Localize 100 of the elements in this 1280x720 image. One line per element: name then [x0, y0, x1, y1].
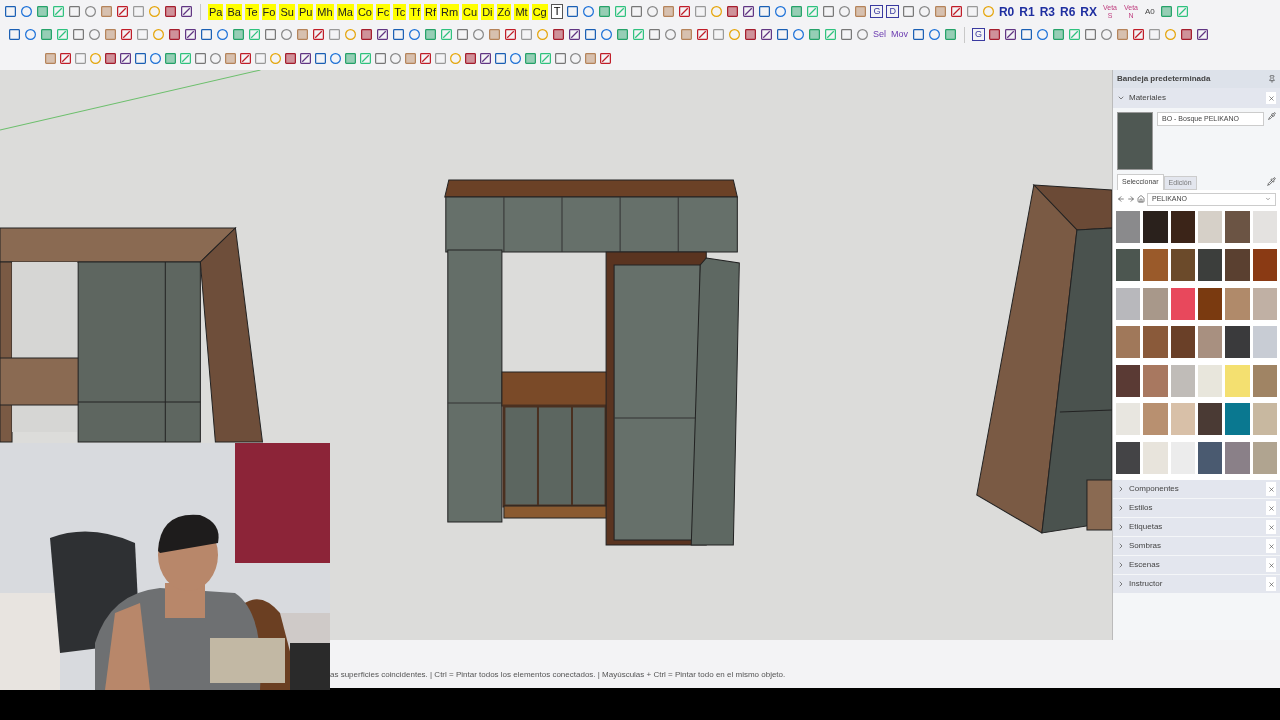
home-icon[interactable]: [1137, 195, 1145, 203]
tool-icon[interactable]: [4, 5, 17, 19]
tool-icon[interactable]: [648, 28, 661, 42]
close-button[interactable]: [1266, 577, 1276, 591]
tool-icon[interactable]: [928, 28, 942, 42]
material-swatch[interactable]: [1252, 249, 1277, 282]
tool-icon[interactable]: [168, 28, 181, 42]
material-swatch[interactable]: [1143, 249, 1168, 282]
tool-icon[interactable]: [912, 28, 926, 42]
tool-icon[interactable]: [566, 5, 580, 19]
tool-button[interactable]: Di: [481, 3, 494, 20]
tool-icon[interactable]: [120, 28, 133, 42]
tool-icon[interactable]: [72, 28, 85, 42]
tool-icon[interactable]: [104, 51, 117, 65]
tool-icon[interactable]: [314, 51, 327, 65]
material-swatch[interactable]: [1170, 211, 1195, 243]
close-button[interactable]: [1266, 482, 1276, 496]
material-swatch[interactable]: [1225, 403, 1250, 436]
tool-button[interactable]: Rf: [424, 3, 437, 20]
material-swatch[interactable]: [1198, 211, 1223, 243]
material-swatch[interactable]: [1116, 326, 1141, 359]
tool-button[interactable]: Fc: [375, 3, 391, 20]
tool-icon[interactable]: [8, 28, 21, 42]
tool-icon[interactable]: [1004, 28, 1018, 42]
view-button[interactable]: R0: [997, 2, 1016, 21]
tool-button[interactable]: Sel: [872, 28, 887, 42]
material-swatch[interactable]: [1225, 287, 1250, 320]
viewport[interactable]: [0, 70, 1112, 640]
material-swatch[interactable]: [1116, 441, 1141, 474]
tool-icon[interactable]: [408, 28, 421, 42]
tool-icon[interactable]: [374, 51, 387, 65]
material-swatch[interactable]: [1198, 287, 1223, 320]
group-button[interactable]: D: [886, 5, 899, 19]
tool-icon[interactable]: [840, 28, 853, 42]
tool-icon[interactable]: [134, 51, 147, 65]
tool-icon[interactable]: [600, 28, 613, 42]
material-swatch[interactable]: [1170, 249, 1195, 282]
tool-icon[interactable]: [200, 28, 213, 42]
tool-icon[interactable]: [776, 28, 789, 42]
tool-button[interactable]: Pa: [208, 3, 224, 20]
tool-icon[interactable]: [1036, 28, 1050, 42]
material-swatch[interactable]: [1143, 364, 1168, 397]
group-button[interactable]: G: [870, 5, 884, 19]
tool-icon[interactable]: [116, 5, 129, 19]
tool-button[interactable]: Te: [244, 3, 259, 20]
tool-icon[interactable]: [164, 5, 177, 19]
tool-icon[interactable]: [456, 28, 469, 42]
tool-icon[interactable]: [504, 28, 517, 42]
tool-button[interactable]: Su: [279, 3, 295, 20]
tool-button[interactable]: Mh: [316, 3, 334, 20]
tool-button[interactable]: Cg: [531, 3, 548, 20]
material-swatch[interactable]: [1170, 403, 1195, 436]
material-swatch[interactable]: [1252, 287, 1277, 320]
tool-icon[interactable]: [494, 51, 507, 65]
tool-icon[interactable]: [59, 51, 72, 65]
tool-icon[interactable]: [758, 5, 772, 19]
close-button[interactable]: [1266, 92, 1276, 104]
tool-icon[interactable]: [726, 5, 740, 19]
tool-button[interactable]: Mt: [514, 3, 529, 20]
material-swatch[interactable]: [1143, 211, 1168, 243]
material-swatch[interactable]: [1116, 403, 1141, 436]
tool-icon[interactable]: [149, 51, 162, 65]
tool-icon[interactable]: [68, 5, 81, 19]
tool-icon[interactable]: [1020, 28, 1034, 42]
tool-icon[interactable]: [392, 28, 405, 42]
tool-icon[interactable]: [822, 5, 836, 19]
tool-icon[interactable]: [568, 28, 581, 42]
chevron-icon[interactable]: [1117, 523, 1125, 531]
material-swatch[interactable]: [1143, 441, 1168, 474]
back-icon[interactable]: [1117, 195, 1125, 203]
material-swatch[interactable]: [1198, 326, 1223, 359]
close-button[interactable]: [1266, 501, 1276, 515]
material-swatch[interactable]: [1116, 287, 1141, 320]
tool-icon[interactable]: [119, 51, 132, 65]
ao-button[interactable]: A0: [1143, 5, 1157, 18]
tool-icon[interactable]: [678, 5, 692, 19]
material-swatch[interactable]: [1252, 364, 1277, 397]
tool-icon[interactable]: [329, 51, 342, 65]
tool-icon[interactable]: [630, 5, 644, 19]
chevron-icon[interactable]: [1117, 542, 1125, 550]
tool-icon[interactable]: [1196, 28, 1210, 42]
tool-button[interactable]: Tc: [393, 3, 407, 20]
forward-icon[interactable]: [1127, 195, 1135, 203]
view-button[interactable]: R6: [1058, 2, 1077, 21]
tool-button[interactable]: Tf: [409, 3, 421, 20]
tool-icon[interactable]: [744, 28, 757, 42]
tool-icon[interactable]: [360, 28, 373, 42]
material-swatch[interactable]: [1198, 364, 1223, 397]
tool-icon[interactable]: [988, 28, 1002, 42]
eyedropper-icon[interactable]: [1267, 177, 1276, 186]
text-tool-button[interactable]: T: [550, 4, 564, 20]
chevron-icon[interactable]: [1117, 561, 1125, 569]
material-swatch[interactable]: [1143, 403, 1168, 436]
tool-icon[interactable]: [599, 51, 612, 65]
material-swatch[interactable]: [1225, 249, 1250, 282]
tool-icon[interactable]: [509, 51, 522, 65]
view-button[interactable]: R1: [1018, 2, 1036, 21]
pin-icon[interactable]: [1268, 75, 1276, 83]
material-swatch[interactable]: [1170, 326, 1195, 359]
tool-icon[interactable]: [184, 28, 197, 42]
